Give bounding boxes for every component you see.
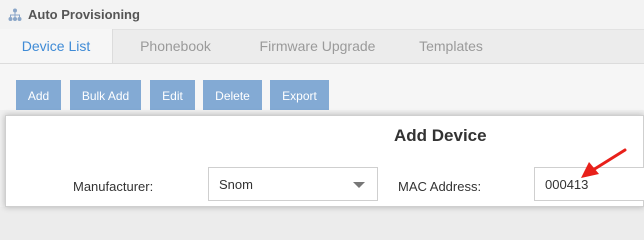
mac-address-label: MAC Address: [398, 179, 482, 194]
dialog-title: Add Device [394, 126, 487, 145]
export-button[interactable]: Export [270, 80, 329, 111]
tab-templates[interactable]: Templates [397, 29, 505, 63]
page-title: Auto Provisioning [28, 7, 140, 22]
delete-button[interactable]: Delete [203, 80, 262, 111]
tab-device-list[interactable]: Device List [0, 29, 113, 63]
tab-firmware-upgrade[interactable]: Firmware Upgrade [238, 29, 397, 63]
sitemap-icon [8, 8, 22, 22]
manufacturer-select[interactable]: Snom [208, 167, 378, 201]
tab-phonebook[interactable]: Phonebook [113, 29, 238, 63]
add-device-dialog: Add Device Manufacturer: Snom MAC Addres… [5, 115, 644, 207]
manufacturer-label: Manufacturer: [73, 179, 154, 194]
edit-button[interactable]: Edit [150, 80, 195, 111]
tab-bar: Device List Phonebook Firmware Upgrade T… [0, 29, 644, 64]
app-header: Auto Provisioning [0, 0, 644, 30]
manufacturer-value: Snom [219, 176, 253, 192]
bulk-add-button[interactable]: Bulk Add [70, 80, 141, 111]
chevron-down-icon [353, 182, 365, 188]
annotation-arrow-icon [581, 148, 627, 178]
add-button[interactable]: Add [16, 80, 61, 111]
dialog-title-row: Add Device [6, 126, 644, 146]
